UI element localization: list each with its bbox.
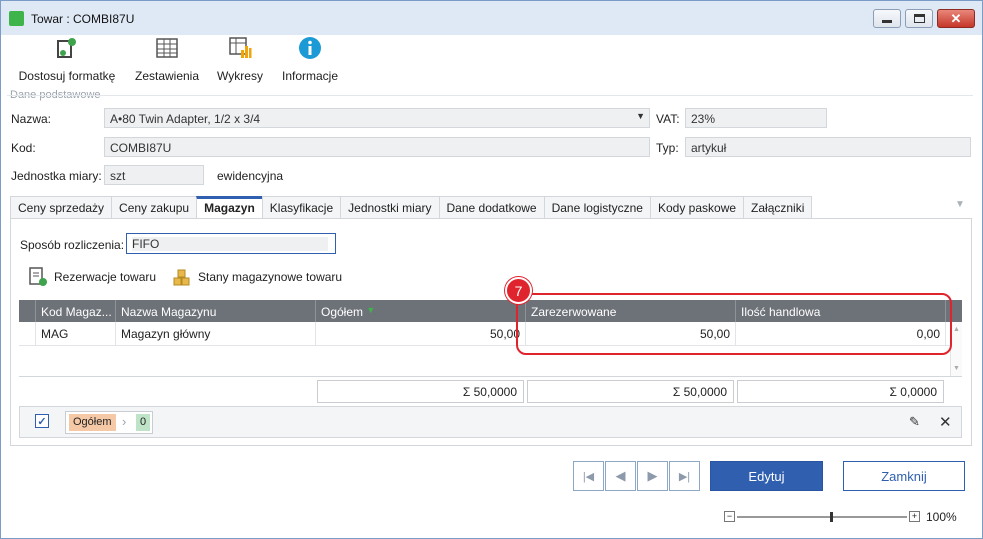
grid-filter-bar <box>19 406 962 438</box>
filter-chip-label: Ogółem <box>69 414 116 431</box>
minimize-button[interactable] <box>873 9 901 28</box>
tab-barcodes[interactable]: Kody paskowe <box>649 196 744 219</box>
grid-selector-header[interactable] <box>19 300 36 322</box>
column-total[interactable]: Ogółem ▼ <box>316 300 526 322</box>
next-record-button[interactable]: ▶ <box>637 461 668 491</box>
section-divider <box>7 95 973 96</box>
window-title: Towar : COMBI87U <box>31 12 135 26</box>
app-icon <box>9 11 24 26</box>
maximize-icon <box>913 14 925 23</box>
close-icon: ✕ <box>950 10 962 26</box>
chevron-down-icon[interactable]: ▼ <box>636 111 645 121</box>
cell-name: Magazyn główny <box>116 322 316 346</box>
annotation-badge: 7 <box>505 277 532 304</box>
tab-attachments[interactable]: Załączniki <box>743 196 813 219</box>
scroll-down-icon[interactable]: ▼ <box>953 365 960 372</box>
close-window-button[interactable]: ✕ <box>937 9 975 28</box>
edit-button[interactable]: Edytuj <box>710 461 823 491</box>
unit-label: Jednostka miary: <box>11 169 102 183</box>
customize-form-label: Dostosuj formatkę <box>18 69 116 83</box>
name-label: Nazwa: <box>11 112 52 126</box>
info-button[interactable]: Informacje <box>280 36 340 83</box>
minimize-icon <box>882 20 892 23</box>
charts-label: Wykresy <box>217 69 263 83</box>
tab-purchase-prices[interactable]: Ceny zakupu <box>111 196 197 219</box>
first-icon: |◀ <box>582 470 595 483</box>
sum-total: Σ 50,0000 <box>317 380 524 403</box>
column-total-label: Ogółem <box>321 305 364 319</box>
reports-label: Zestawienia <box>134 69 200 83</box>
filter-icon: ▼ <box>366 305 376 315</box>
highlight-box <box>516 293 952 355</box>
cell-total: 50,00 <box>316 322 526 346</box>
tab-warehouse[interactable]: Magazyn <box>196 196 262 219</box>
type-field[interactable]: artykuł <box>685 137 971 157</box>
last-record-button[interactable]: ▶| <box>669 461 700 491</box>
stock-boxes-icon <box>173 269 190 286</box>
grid-divider <box>19 376 962 377</box>
row-selector[interactable] <box>19 322 36 346</box>
close-button[interactable]: Zamknij <box>843 461 965 491</box>
tabs-overflow-icon[interactable]: ▼ <box>955 199 965 210</box>
method-field[interactable]: FIFO <box>126 233 336 254</box>
table-icon <box>156 38 178 58</box>
previous-icon: ◀ <box>615 468 626 483</box>
previous-record-button[interactable]: ◀ <box>605 461 636 491</box>
sum-available: Σ 0,0000 <box>737 380 944 403</box>
tab-units[interactable]: Jednostki miary <box>340 196 439 219</box>
vat-field[interactable]: 23% <box>685 108 827 128</box>
edit-filter-icon[interactable]: ✎ <box>909 414 920 430</box>
tab-additional-data[interactable]: Dane dodatkowe <box>438 196 544 219</box>
filter-chip-value: 0 <box>136 414 151 431</box>
info-icon <box>299 37 321 59</box>
last-icon: ▶| <box>678 470 691 483</box>
zoom-level: 100% <box>926 510 957 524</box>
name-value: A•80 Twin Adapter, 1/2 x 3/4 <box>110 112 261 126</box>
next-icon: ▶ <box>647 468 658 483</box>
column-name[interactable]: Nazwa Magazynu <box>116 300 316 322</box>
first-record-button[interactable]: |◀ <box>573 461 604 491</box>
unit-field[interactable]: szt <box>104 165 204 185</box>
maximize-button[interactable] <box>905 9 933 28</box>
vat-label: VAT: <box>656 112 680 126</box>
title-bar <box>1 1 982 35</box>
code-field[interactable]: COMBI87U <box>104 137 650 157</box>
info-label: Informacje <box>281 69 339 83</box>
customize-form-button[interactable]: Dostosuj formatkę <box>17 36 117 83</box>
tab-logistics[interactable]: Dane logistyczne <box>543 196 650 219</box>
name-field[interactable]: A•80 Twin Adapter, 1/2 x 3/4 ▼ <box>104 108 650 128</box>
cell-code: MAG <box>36 322 116 346</box>
tab-bar: Ceny sprzedaży Ceny zakupu Magazyn Klasy… <box>10 196 813 219</box>
reservations-icon <box>29 267 47 286</box>
reservations-button[interactable]: Rezerwacje towaru <box>28 267 156 287</box>
chevron-right-icon: › <box>122 414 127 429</box>
zoom-slider-thumb[interactable] <box>829 512 833 522</box>
unit-note: ewidencyjna <box>217 169 284 183</box>
chart-icon <box>229 37 252 58</box>
scroll-up-icon[interactable]: ▲ <box>953 326 960 333</box>
type-label: Typ: <box>656 141 679 155</box>
method-value: FIFO <box>132 237 328 251</box>
clear-filter-icon[interactable]: ✕ <box>939 413 952 431</box>
tab-sale-prices[interactable]: Ceny sprzedaży <box>10 196 112 219</box>
charts-button[interactable]: Wykresy <box>213 36 267 83</box>
zoom-out-button[interactable]: − <box>724 511 735 522</box>
tab-classifications[interactable]: Klasyfikacje <box>261 196 341 219</box>
reservations-label: Rezerwacje towaru <box>54 270 157 284</box>
filter-checkbox[interactable]: ✓ <box>35 414 49 428</box>
column-code[interactable]: Kod Magaz... <box>36 300 116 322</box>
method-label: Sposób rozliczenia: <box>20 238 125 252</box>
reports-button[interactable]: Zestawienia <box>133 36 201 83</box>
sum-reserved: Σ 50,0000 <box>527 380 734 403</box>
customize-form-icon <box>57 38 76 58</box>
stock-levels-button[interactable]: Stany magazynowe towaru <box>172 267 342 287</box>
stock-levels-label: Stany magazynowe towaru <box>198 270 343 284</box>
code-label: Kod: <box>11 141 36 155</box>
zoom-in-button[interactable]: + <box>909 511 920 522</box>
zoom-slider[interactable] <box>737 512 907 522</box>
